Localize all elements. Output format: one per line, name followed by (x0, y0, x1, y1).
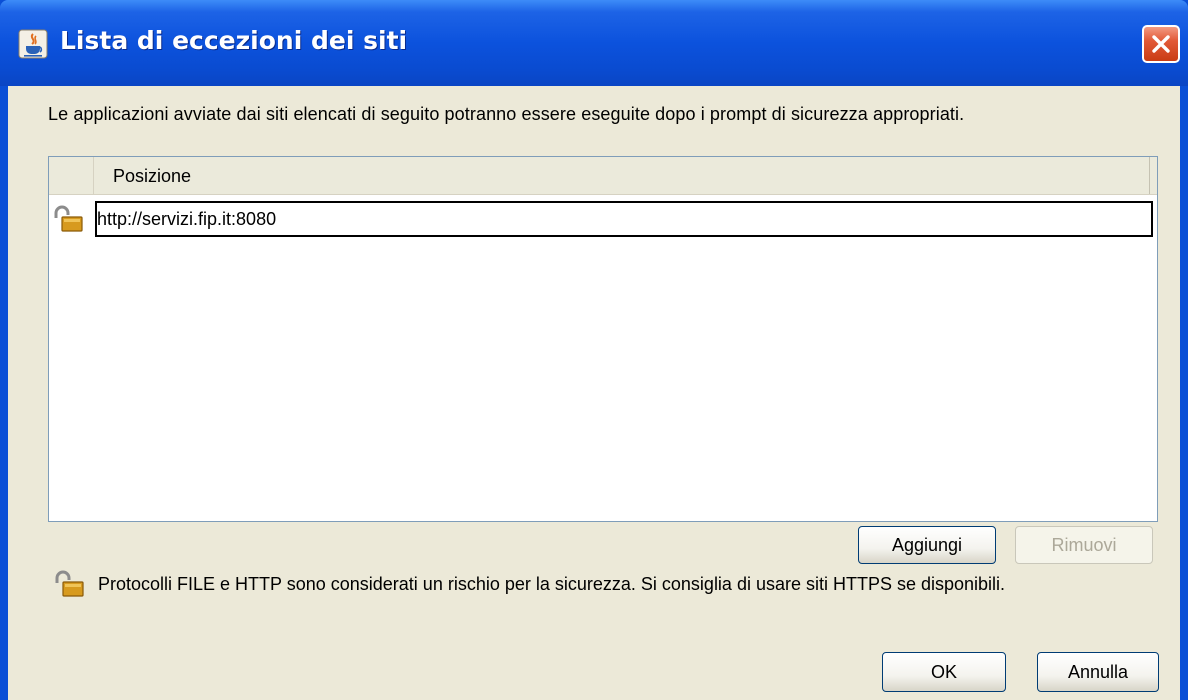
close-button[interactable] (1142, 25, 1180, 63)
table-header: Posizione (49, 157, 1157, 195)
site-location-cell[interactable]: http://servizi.fip.it:8080 (95, 201, 1153, 237)
security-warning-text: Protocolli FILE e HTTP sono considerati … (98, 574, 1006, 594)
dialog-content: Le applicazioni avviate dai siti elencat… (8, 86, 1180, 700)
table-row[interactable]: http://servizi.fip.it:8080 (49, 201, 1157, 237)
intro-text: Le applicazioni avviate dai siti elencat… (48, 104, 965, 124)
title-bar[interactable]: Lista di eccezioni dei siti (0, 0, 1188, 86)
cancel-button[interactable]: Annulla (1037, 652, 1159, 692)
open-lock-icon (55, 570, 84, 597)
site-location-text: http://servizi.fip.it:8080 (97, 209, 277, 229)
close-icon (1152, 35, 1170, 53)
column-header-position[interactable]: Posizione (95, 157, 1150, 194)
add-button[interactable]: Aggiungi (858, 526, 996, 564)
open-lock-icon (54, 205, 83, 232)
dialog-window: Lista di eccezioni dei siti Le applicazi… (0, 0, 1188, 700)
ok-button[interactable]: OK (882, 652, 1006, 692)
remove-button[interactable]: Rimuovi (1015, 526, 1153, 564)
column-header-icon[interactable] (49, 157, 94, 194)
window-title: Lista di eccezioni dei siti (60, 26, 408, 55)
column-header-label: Posizione (113, 166, 192, 186)
java-icon (18, 29, 48, 59)
exception-site-table[interactable]: Posizione http://servizi.fip.it:8080 (48, 156, 1158, 522)
